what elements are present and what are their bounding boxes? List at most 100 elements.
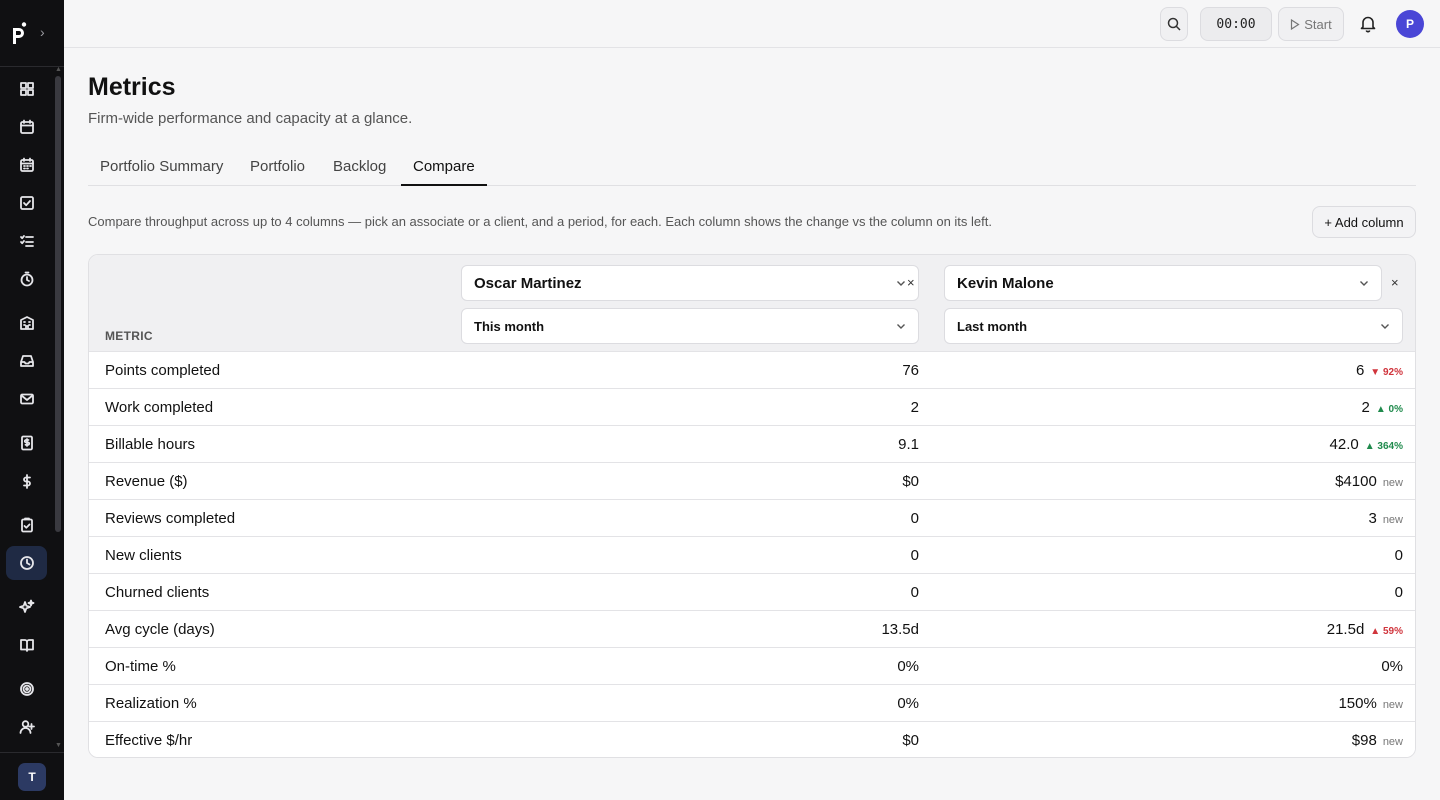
sidebar-item-book[interactable] bbox=[6, 628, 47, 662]
table-row: Avg cycle (days) 13.5d 21.5d ▲ 59% bbox=[89, 610, 1415, 647]
column-1-value: $0 bbox=[902, 732, 919, 749]
column-1-entity-value: Oscar Martinez bbox=[474, 274, 582, 292]
sidebar-item-add-user[interactable] bbox=[6, 710, 47, 744]
metric-label: Billable hours bbox=[105, 436, 196, 453]
sidebar-item-mail[interactable] bbox=[6, 382, 47, 416]
metric-label: Points completed bbox=[105, 362, 221, 379]
column-1-value: 2 bbox=[910, 399, 919, 416]
invoice-icon bbox=[20, 435, 33, 451]
sidebar-item-stopwatch[interactable] bbox=[6, 262, 47, 296]
start-timer-button[interactable]: Start bbox=[1278, 7, 1344, 41]
column-2-value: 0 bbox=[1394, 584, 1403, 601]
change-badge: new bbox=[1382, 514, 1403, 526]
clock-icon bbox=[19, 556, 34, 570]
clipboard-check-icon bbox=[20, 517, 33, 533]
column-2-remove-button[interactable]: × bbox=[1391, 275, 1399, 290]
column-1-value: 0% bbox=[897, 695, 919, 712]
column-1-value: 9.1 bbox=[898, 436, 919, 453]
target-icon bbox=[19, 682, 34, 696]
column-2-entity-value: Kevin Malone bbox=[957, 274, 1054, 292]
column-2-cell: 0 bbox=[1395, 584, 1403, 601]
chevron-down-icon bbox=[897, 324, 905, 329]
column-2-period-select[interactable]: Last month bbox=[944, 308, 1403, 344]
sidebar-item-calendar[interactable] bbox=[6, 110, 47, 144]
column-1-value: 0 bbox=[910, 547, 919, 564]
sidebar-item-calendar-grid[interactable] bbox=[6, 148, 47, 182]
column-2-value: 0% bbox=[1381, 658, 1403, 675]
compare-hint: Compare throughput across up to 4 column… bbox=[88, 214, 992, 229]
sidebar-item-dashboard[interactable] bbox=[6, 72, 47, 106]
book-icon bbox=[19, 639, 34, 652]
sidebar-item-sparkles[interactable] bbox=[6, 590, 47, 624]
tab-portfolio[interactable]: Portfolio bbox=[238, 148, 317, 186]
workspace-switcher[interactable]: T bbox=[18, 763, 46, 791]
column-1-value: $0 bbox=[902, 473, 919, 490]
column-2-cell: 3 new bbox=[1368, 510, 1403, 527]
topbar: 00:00 Start P bbox=[64, 0, 1440, 48]
column-2-cell: $4100 new bbox=[1335, 473, 1403, 490]
metric-label: Avg cycle (days) bbox=[105, 621, 215, 638]
change-badge: ▲ 59% bbox=[1370, 626, 1403, 637]
change-badge: new bbox=[1382, 477, 1403, 489]
column-2-value: $4100 bbox=[1335, 473, 1377, 490]
task-check-icon bbox=[19, 196, 34, 210]
sidebar-item-task-check[interactable] bbox=[6, 186, 47, 220]
metric-label: Realization % bbox=[105, 695, 197, 712]
column-2-value: 6 bbox=[1355, 362, 1365, 379]
column-1-value: 13.5d bbox=[881, 621, 919, 638]
chevron-down-icon bbox=[1360, 281, 1368, 286]
column-2-cell: 0% bbox=[1381, 658, 1403, 675]
change-badge: new bbox=[1382, 736, 1403, 748]
tab-backlog[interactable]: Backlog bbox=[321, 148, 398, 186]
sidebar-item-checklist[interactable] bbox=[6, 224, 47, 258]
app-logo[interactable] bbox=[10, 22, 28, 46]
dashboard-icon bbox=[19, 82, 34, 96]
add-column-button[interactable]: + Add column bbox=[1312, 206, 1416, 238]
change-badge: ▼ 92% bbox=[1370, 367, 1403, 378]
search-button[interactable] bbox=[1160, 7, 1188, 41]
column-2-cell: 21.5d ▲ 59% bbox=[1327, 621, 1403, 638]
metric-label: Effective $/hr bbox=[105, 732, 193, 749]
mail-icon bbox=[19, 393, 34, 405]
metrics-tabs: Portfolio Summary Portfolio Backlog Comp… bbox=[88, 148, 1416, 186]
timer-display[interactable]: 00:00 bbox=[1200, 7, 1272, 41]
notifications-bell-icon[interactable] bbox=[1358, 14, 1378, 34]
column-1-remove-button[interactable]: × bbox=[907, 275, 915, 290]
user-avatar[interactable]: P bbox=[1396, 10, 1424, 38]
table-row: New clients 0 0 bbox=[89, 536, 1415, 573]
scroll-up-icon[interactable]: ▲ bbox=[55, 66, 62, 73]
sidebar-item-target[interactable] bbox=[6, 672, 47, 706]
table-row: Churned clients 0 0 bbox=[89, 573, 1415, 610]
metric-label: Churned clients bbox=[105, 584, 210, 601]
column-2-value: 42.0 bbox=[1329, 436, 1359, 453]
tab-portfolio-summary[interactable]: Portfolio Summary bbox=[88, 148, 235, 186]
sidebar-item-inbox[interactable] bbox=[6, 344, 47, 378]
start-label: Start bbox=[1304, 16, 1332, 32]
sidebar-item-building[interactable] bbox=[6, 306, 47, 340]
column-2-cell: 150% new bbox=[1338, 695, 1403, 712]
column-2-cell: $98 new bbox=[1352, 732, 1403, 749]
expand-sidebar-icon[interactable]: › bbox=[40, 24, 45, 40]
sidebar-item-clock[interactable] bbox=[6, 546, 47, 580]
sidebar-item-dollar[interactable] bbox=[6, 464, 47, 498]
compare-table: METRIC Oscar Martinez × This month Kevin… bbox=[88, 254, 1416, 758]
column-1-entity-select[interactable]: Oscar Martinez bbox=[461, 265, 919, 301]
page-subtitle: Firm-wide performance and capacity at a … bbox=[88, 110, 413, 127]
building-icon bbox=[19, 316, 34, 330]
table-row: On-time % 0% 0% bbox=[89, 647, 1415, 684]
column-2-entity-select[interactable]: Kevin Malone bbox=[944, 265, 1382, 301]
table-row: Billable hours 9.1 42.0 ▲ 364% bbox=[89, 425, 1415, 462]
column-1-period-select[interactable]: This month bbox=[461, 308, 919, 344]
column-2-cell: 2 ▲ 0% bbox=[1362, 399, 1403, 416]
table-row: Reviews completed 0 3 new bbox=[89, 499, 1415, 536]
column-2-value: 2 bbox=[1361, 399, 1370, 416]
column-2-value: $98 bbox=[1351, 732, 1377, 749]
tab-compare[interactable]: Compare bbox=[401, 148, 487, 186]
sidebar-scrollbar[interactable] bbox=[55, 76, 61, 532]
page-title: Metrics bbox=[88, 73, 176, 101]
sidebar-item-clipboard-check[interactable] bbox=[6, 508, 47, 542]
sidebar-item-invoice[interactable] bbox=[6, 426, 47, 460]
column-2-value: 3 bbox=[1368, 510, 1377, 527]
metric-label: Revenue ($) bbox=[105, 473, 188, 490]
scroll-down-icon[interactable]: ▼ bbox=[55, 742, 62, 749]
